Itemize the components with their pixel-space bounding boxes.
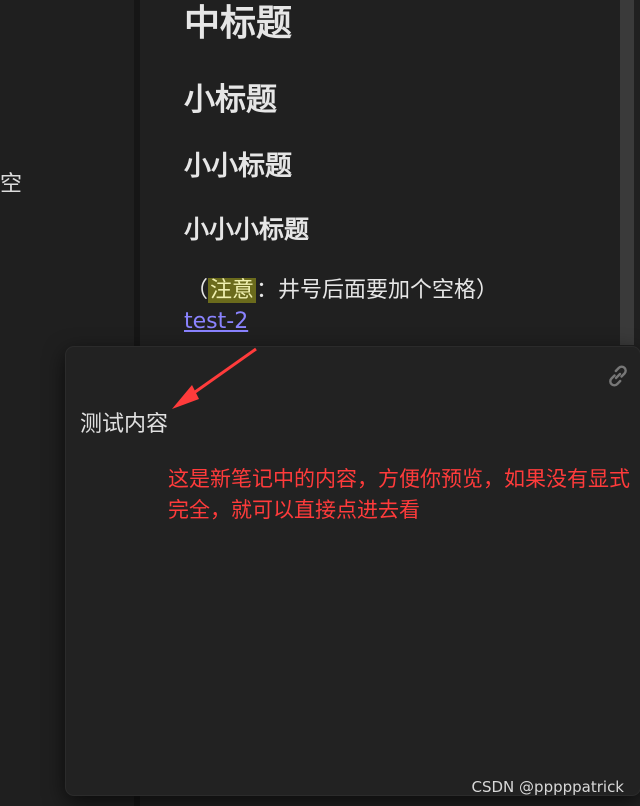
heading-3: 小标题 <box>184 82 277 118</box>
internal-link-test-2[interactable]: test-2 <box>184 309 248 334</box>
watermark: CSDN @pppppatrick <box>471 778 624 796</box>
link-icon[interactable] <box>604 362 632 390</box>
preview-body-text: 测试内容 <box>80 412 169 437</box>
heading-5: 小小小标题 <box>184 215 310 244</box>
annotation-text: 这是新笔记中的内容，方便你预览，如果没有显式完全，就可以直接点进去看 <box>168 467 630 522</box>
editor-scrollbar[interactable] <box>620 0 634 345</box>
heading-4: 小小标题 <box>184 151 292 182</box>
sidebar-clipped-text: 空 <box>0 172 23 197</box>
note-rest: ：井号后面要加个空格） <box>256 278 499 303</box>
note-open-paren: （ <box>186 278 209 303</box>
note-paragraph: （注意：井号后面要加个空格） <box>186 272 498 304</box>
heading-2: 中标题 <box>184 3 293 44</box>
note-highlight: 注意 <box>208 278 257 303</box>
